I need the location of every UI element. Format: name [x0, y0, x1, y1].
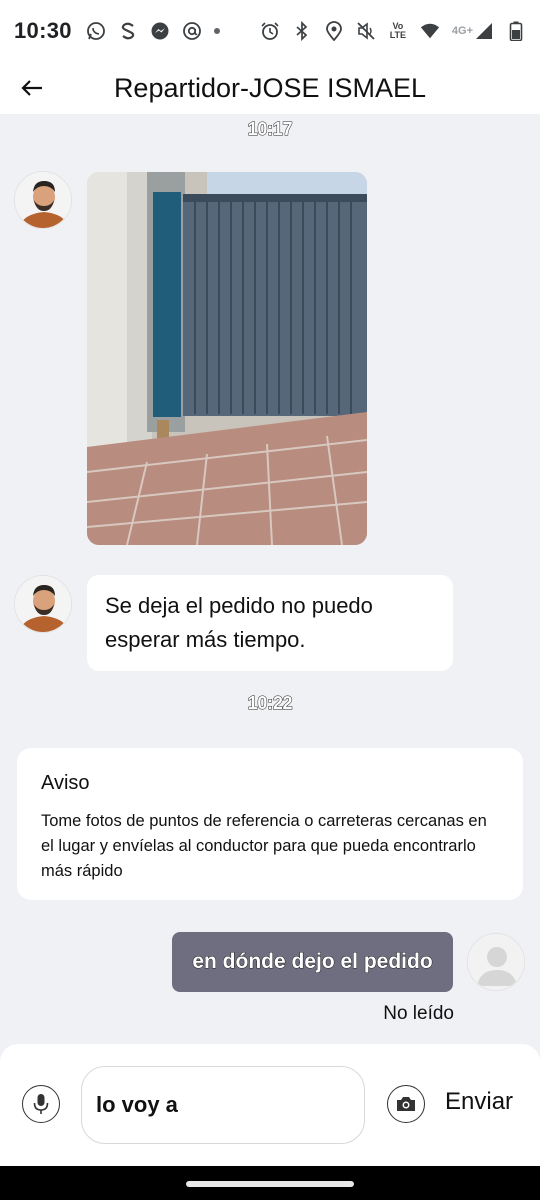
- incoming-message[interactable]: Se deja el pedido no puedo esperar más t…: [87, 575, 453, 671]
- signal-icon: [474, 21, 494, 41]
- page-title: Repartidor-JOSE ISMAEL: [113, 72, 427, 103]
- camera-button[interactable]: [387, 1085, 425, 1123]
- status-time: 10:30: [14, 18, 72, 43]
- notification-icons: [86, 21, 220, 41]
- dot-icon: [213, 28, 220, 34]
- microphone-icon: [33, 1094, 49, 1114]
- back-arrow-icon: [21, 80, 42, 96]
- at-sign-icon: [182, 21, 202, 41]
- volte-icon: Vo LTE: [389, 21, 407, 40]
- back-button[interactable]: [6, 62, 58, 114]
- message-timestamp: 10:17: [247, 119, 293, 140]
- courier-avatar[interactable]: [14, 575, 72, 633]
- bluetooth-icon: [292, 21, 312, 41]
- message-timestamp: 10:22: [247, 693, 293, 714]
- system-icons: Vo LTE 4G+: [260, 21, 526, 41]
- chat-thread[interactable]: 10:17 Se deja el pedido no puedo esperar…: [0, 114, 540, 1044]
- delivery-photo: [87, 172, 367, 545]
- message-input[interactable]: lo voy a: [81, 1066, 365, 1144]
- default-user-icon: [468, 934, 524, 990]
- mute-icon: [356, 21, 376, 41]
- photo-message[interactable]: [87, 172, 367, 545]
- outgoing-message[interactable]: en dónde dejo el pedido: [172, 932, 453, 992]
- read-status: No leído: [383, 1003, 454, 1024]
- notice-title: Aviso: [41, 772, 90, 794]
- user-avatar[interactable]: [467, 933, 525, 991]
- alarm-icon: [260, 21, 280, 41]
- send-button[interactable]: Enviar: [445, 1088, 513, 1116]
- courier-avatar[interactable]: [14, 171, 72, 229]
- location-icon: [324, 21, 344, 41]
- battery-icon: [506, 21, 526, 41]
- system-nav-bar: [0, 1166, 540, 1200]
- network-type: 4G+: [451, 25, 473, 37]
- voice-message-button[interactable]: [22, 1085, 60, 1123]
- gesture-handle[interactable]: [186, 1181, 354, 1187]
- camera-icon: [397, 1097, 415, 1111]
- notice-card: Aviso Tome fotos de puntos de referencia…: [17, 748, 523, 900]
- chat-header: Repartidor-JOSE ISMAEL: [0, 62, 540, 114]
- messenger-icon: [150, 21, 170, 41]
- notice-body: Tome fotos de puntos de referencia o car…: [41, 812, 487, 880]
- s-app-icon: [118, 21, 138, 41]
- whatsapp-icon: [86, 21, 106, 41]
- wifi-icon: [420, 21, 440, 41]
- status-bar: 10:30 Vo LTE 4G+: [0, 0, 540, 62]
- composer-bar: lo voy a Enviar: [0, 1044, 540, 1166]
